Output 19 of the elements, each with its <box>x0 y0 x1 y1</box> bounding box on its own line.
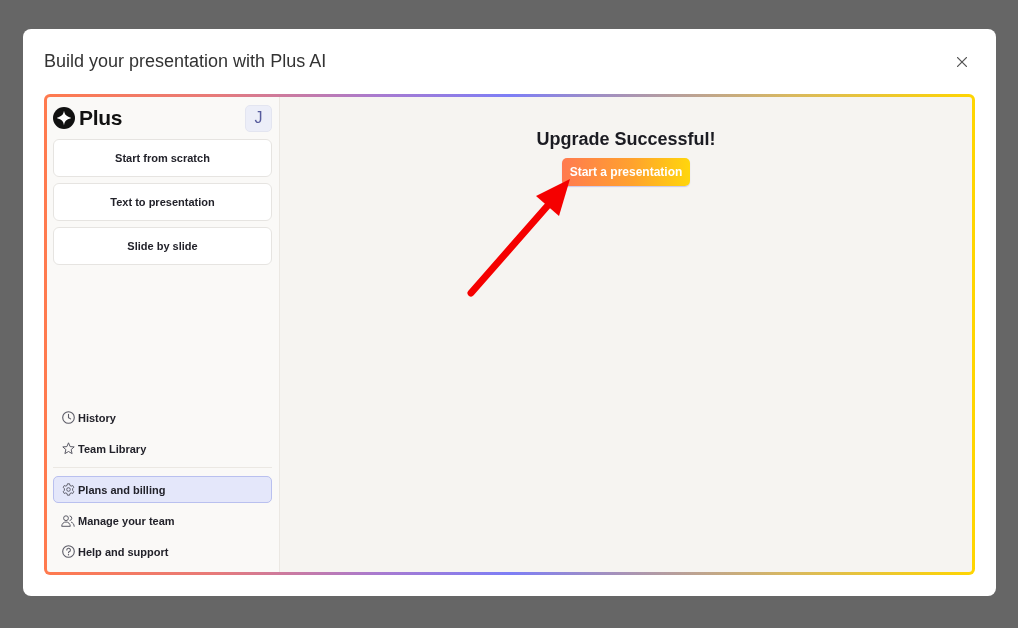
success-heading: Upgrade Successful! <box>536 128 716 150</box>
start-option-button[interactable]: Text to presentation <box>53 183 272 221</box>
sidebar-nav-item[interactable]: Team Library <box>53 435 272 462</box>
help-icon <box>61 545 75 558</box>
settings-icon <box>61 483 75 496</box>
people-icon <box>61 514 75 527</box>
close-icon <box>957 56 967 67</box>
sidebar-nav-item[interactable]: Plans and billing <box>53 476 272 503</box>
dialog-title: Build your presentation with Plus AI <box>44 51 327 72</box>
logo-icon <box>53 107 75 129</box>
logo-text: Plus <box>79 106 123 130</box>
sidebar-nav-item[interactable]: Help and support <box>53 538 272 565</box>
star-icon <box>61 442 75 455</box>
user-avatar[interactable]: J <box>245 104 272 132</box>
sidebar-nav-item[interactable]: History <box>53 404 272 431</box>
clock-icon <box>61 411 75 424</box>
start-option-button[interactable]: Start from scratch <box>53 139 272 177</box>
start-option-button[interactable]: Slide by slide <box>53 227 272 265</box>
sidebar-nav-item[interactable]: Manage your team <box>53 507 272 534</box>
